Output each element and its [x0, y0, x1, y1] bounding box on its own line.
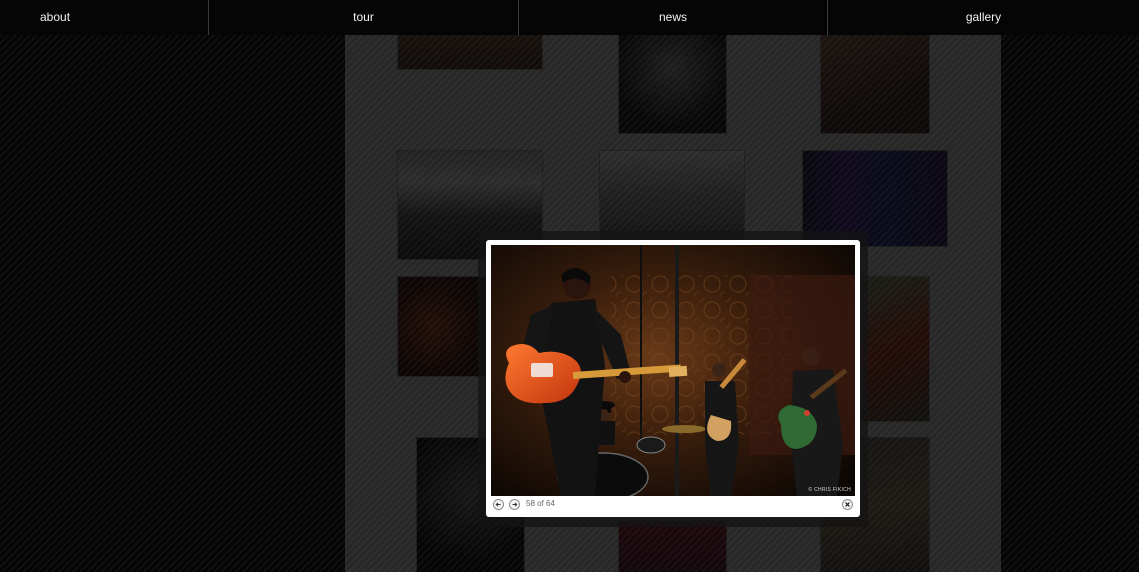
- concert-photo: [491, 245, 855, 496]
- arrow-right-icon: [512, 502, 518, 507]
- lightbox-photo: © CHRIS FIKICH: [491, 245, 855, 496]
- nav-item-news[interactable]: news: [519, 0, 828, 35]
- lightbox: © CHRIS FIKICH 58 of 64: [486, 240, 860, 517]
- photo-credit: © CHRIS FIKICH: [808, 487, 851, 493]
- arrow-left-icon: [495, 502, 501, 507]
- close-icon: [845, 502, 850, 507]
- previous-button[interactable]: [493, 499, 504, 510]
- nav-item-tour[interactable]: tour: [209, 0, 519, 35]
- nav-item-about[interactable]: about: [0, 0, 209, 35]
- lightbox-controls: 58 of 64: [491, 499, 855, 513]
- next-button[interactable]: [509, 499, 520, 510]
- nav-item-gallery[interactable]: gallery: [828, 0, 1139, 35]
- top-navigation: about tour news gallery: [0, 0, 1139, 35]
- image-counter: 58 of 64: [526, 499, 555, 508]
- close-button[interactable]: [842, 499, 853, 510]
